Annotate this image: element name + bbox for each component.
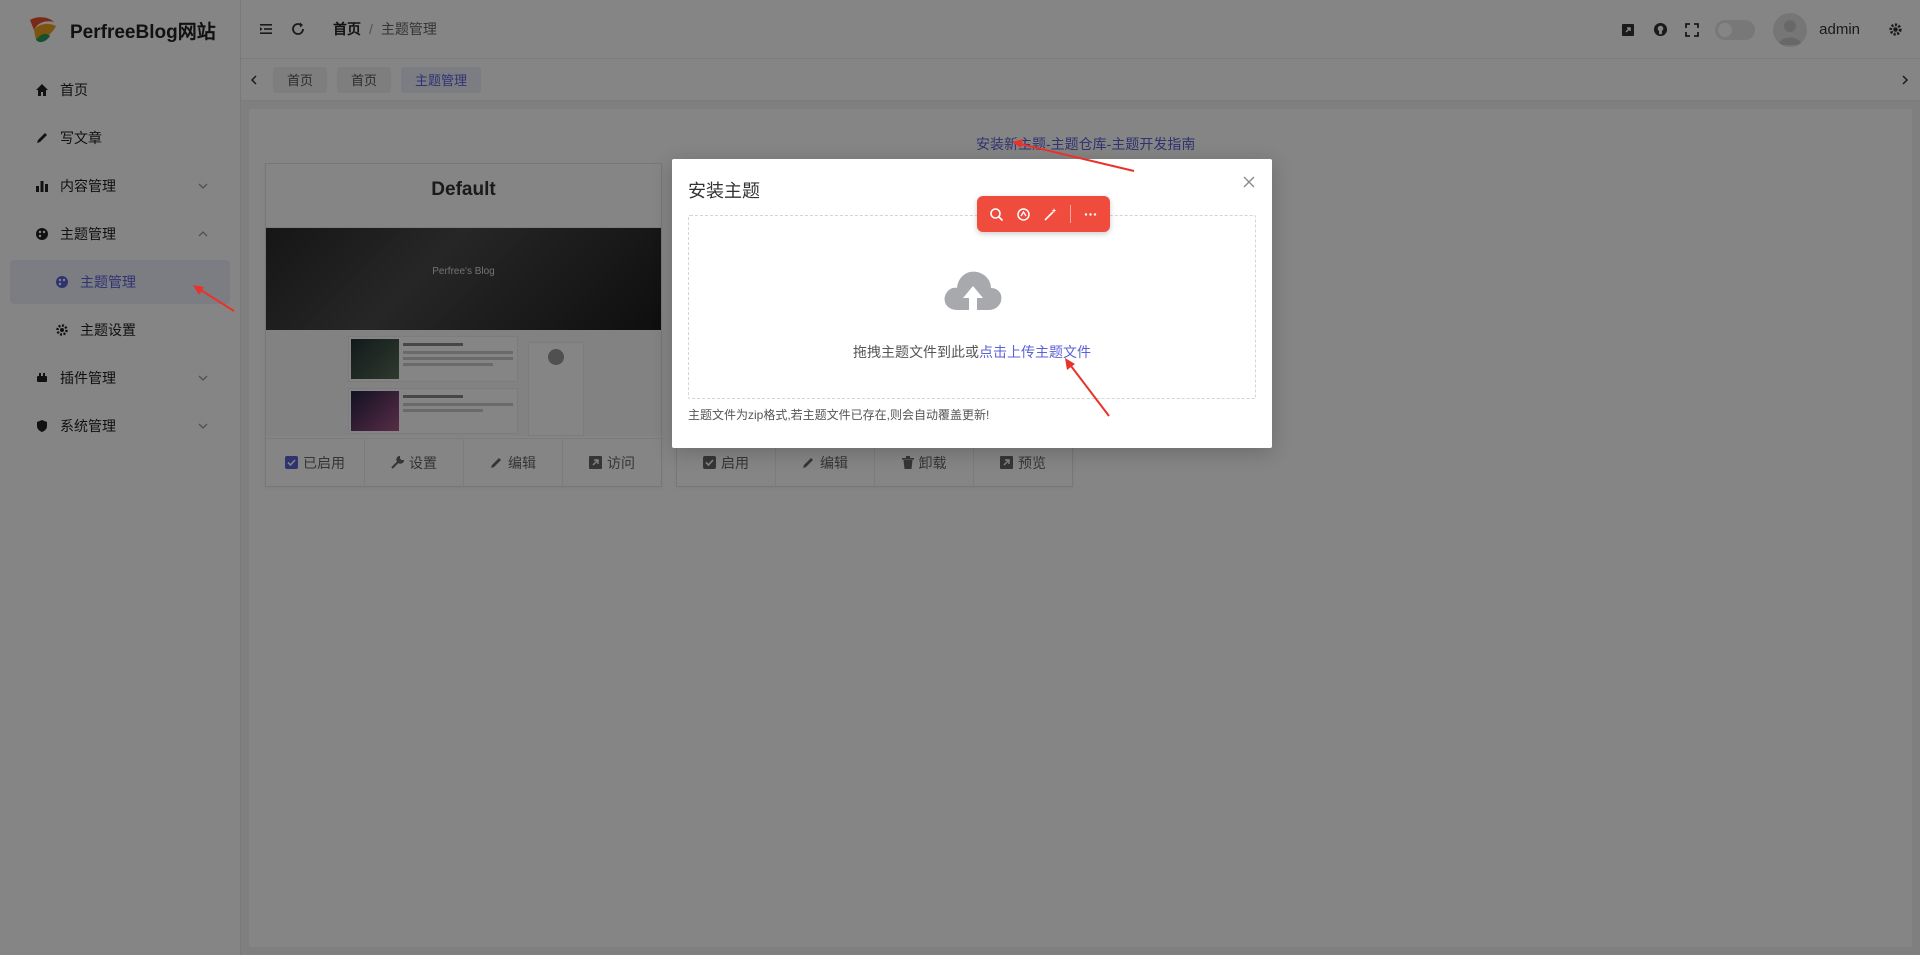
ai-chat-icon[interactable] [1010,202,1037,226]
modal-overlay[interactable] [0,0,1920,955]
modal-title: 安装主题 [688,181,760,201]
upload-tip: 主题文件为zip格式,若主题文件已存在,则会自动覆盖更新! [688,408,990,422]
more-icon[interactable] [1077,202,1104,226]
upload-dropzone[interactable]: 拖拽主题文件到此或点击上传主题文件 [688,215,1256,399]
magic-wand-icon[interactable] [1037,202,1064,226]
cloud-upload-icon [944,271,1002,310]
install-theme-modal: 安装主题 拖拽主题文件到此或点击上传主题文件 主题文件为zip格式,若主题文件已… [672,159,1272,448]
toolbar-separator [1070,205,1071,223]
floating-toolbar [977,196,1110,232]
drop-hint: 拖拽主题文件到此或 [853,344,979,360]
close-icon[interactable] [1242,175,1256,189]
dropzone-text: 拖拽主题文件到此或点击上传主题文件 [689,342,1255,362]
upload-link[interactable]: 点击上传主题文件 [979,344,1091,360]
search-icon[interactable] [983,202,1010,226]
